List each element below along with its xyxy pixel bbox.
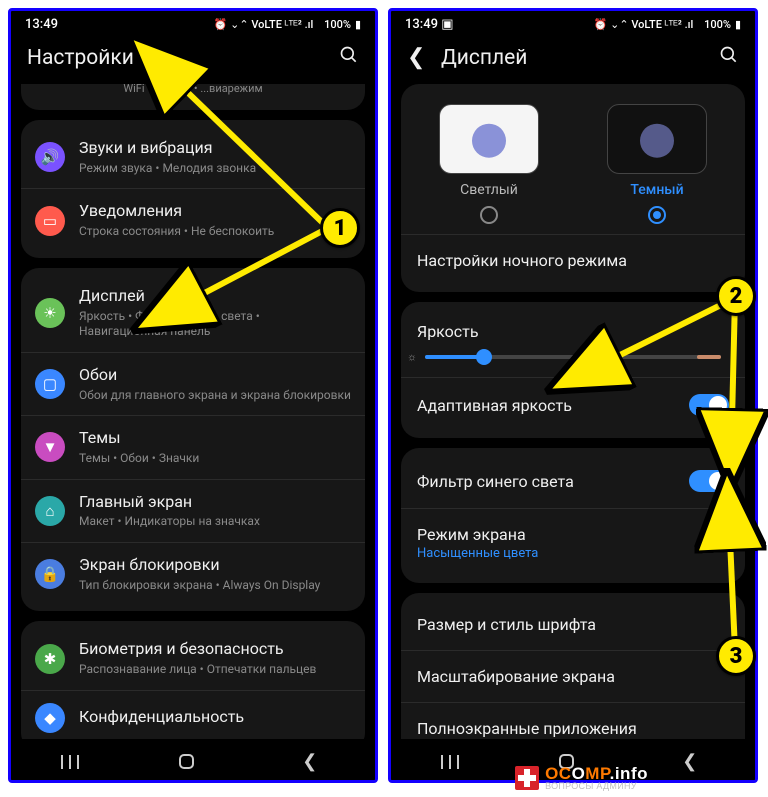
nav-back[interactable]: ❮	[675, 751, 705, 772]
biometrics-icon: ✱	[35, 644, 65, 674]
status-bar: 13:49 ⏰ ⌄⌃ VoLTE ᴸᵀᴱ² .ıl 100%▮	[11, 11, 375, 37]
card-brightness: Яркость ☼ Адаптивная яркость	[401, 302, 745, 438]
card-theme: Светлый Темный Настройки ночного режима	[401, 84, 745, 292]
status-icons: ⏰ ⌄⌃ VoLTE ᴸᵀᴱ² .ıl 100%▮	[594, 18, 741, 31]
row-wallpaper[interactable]: ▢ ОбоиОбои для главного экрана и экрана …	[21, 352, 365, 415]
search-icon[interactable]	[339, 45, 359, 70]
row-title: Звуки и вибрация	[79, 138, 351, 159]
row-display[interactable]: ☀ ДисплейЯркость • Фильтр синего света •…	[21, 274, 365, 352]
phone-display: 13:49 ▣ ⏰ ⌄⌃ VoLTE ᴸᵀᴱ² .ıl 100%▮ ❮ Дисп…	[388, 8, 758, 783]
display-icon: ☀	[35, 298, 65, 328]
row-screen-mode[interactable]: Режим экрана Насыщенные цвета	[401, 508, 745, 577]
page-title: Настройки	[27, 46, 325, 70]
theme-dark-preview	[607, 104, 707, 174]
app-header: ❮ Дисплей	[391, 37, 755, 84]
row-blue-filter[interactable]: Фильтр синего света	[401, 454, 745, 508]
page-title: Дисплей	[441, 46, 705, 70]
privacy-icon: ◆	[35, 703, 65, 733]
status-icons: ⏰ ⌄⌃ VoLTE ᴸᵀᴱ² .ıl 100%▮	[214, 18, 361, 31]
lock-icon: 🔒	[35, 559, 65, 589]
watermark-flag-icon	[515, 766, 539, 790]
wallpaper-icon: ▢	[35, 369, 65, 399]
clock: 13:49	[25, 17, 58, 32]
app-header: Настройки	[11, 37, 375, 84]
back-icon[interactable]: ❮	[407, 45, 427, 70]
notifications-icon: ▭	[35, 206, 65, 236]
row-sound[interactable]: 🔊 Звуки и вибрация Режим звука • Мелодия…	[21, 126, 365, 188]
card-screen: Фильтр синего света Режим экрана Насыщен…	[401, 448, 745, 583]
row-biometrics[interactable]: ✱ Биометрия и безопасностьРаспознавание …	[21, 627, 365, 689]
radio-dark[interactable]	[648, 206, 666, 224]
row-lock[interactable]: 🔒 Экран блокировкиТип блокировки экрана …	[21, 542, 365, 605]
card-font: Размер и стиль шрифта Масштабирование эк…	[401, 593, 745, 760]
toggle-adaptive[interactable]	[689, 394, 729, 416]
theme-dark[interactable]: Темный	[607, 104, 707, 224]
theme-light[interactable]: Светлый	[439, 104, 539, 224]
nav-home[interactable]	[179, 754, 194, 769]
brightness-slider[interactable]: ☼	[425, 355, 721, 359]
nav-bar: ❮	[11, 739, 375, 780]
watermark-title: OCOMP.info	[545, 765, 648, 782]
nav-recents[interactable]	[441, 755, 459, 769]
sound-icon: 🔊	[35, 142, 65, 172]
row-night-mode[interactable]: Настройки ночного режима	[401, 234, 745, 286]
theme-light-preview	[439, 104, 539, 174]
watermark: OCOMP.info ВОПРОСЫ АДМИНУ	[515, 765, 648, 791]
card-security: ✱ Биометрия и безопасностьРаспознавание …	[21, 621, 365, 750]
row-privacy[interactable]: ◆ Конфиденциальность	[21, 690, 365, 745]
home-icon: ⌂	[35, 496, 65, 526]
row-notifications[interactable]: ▭ Уведомления Строка состояния • Не бесп…	[21, 188, 365, 251]
radio-light[interactable]	[480, 206, 498, 224]
row-font[interactable]: Размер и стиль шрифта	[401, 599, 745, 650]
row-zoom[interactable]: Масштабирование экрана	[401, 650, 745, 702]
card-display-group: ☀ ДисплейЯркость • Фильтр синего света •…	[21, 268, 365, 612]
row-brightness: Яркость ☼	[401, 308, 745, 377]
watermark-sub: ВОПРОСЫ АДМИНУ	[545, 782, 648, 791]
phone-settings: 13:49 ⏰ ⌄⌃ VoLTE ᴸᵀᴱ² .ıl 100%▮ Настройк…	[8, 8, 378, 783]
clock: 13:49 ▣	[405, 17, 454, 32]
row-adaptive[interactable]: Адаптивная яркость	[401, 377, 745, 432]
nav-recents[interactable]	[61, 755, 79, 769]
search-icon[interactable]	[719, 45, 739, 70]
status-bar: 13:49 ▣ ⏰ ⌄⌃ VoLTE ᴸᵀᴱ² .ıl 100%▮	[391, 11, 755, 37]
toggle-blue-filter[interactable]	[689, 470, 729, 492]
row-home[interactable]: ⌂ Главный экранМакет • Индикаторы на зна…	[21, 479, 365, 542]
row-themes[interactable]: ▼ ТемыТемы • Обои • Значки	[21, 415, 365, 478]
row-sub: Режим звука • Мелодия звонка	[79, 161, 351, 177]
themes-icon: ▼	[35, 432, 65, 462]
truncated-card: WiFi • Bluetoo • ...виарежим	[21, 84, 365, 110]
nav-back[interactable]: ❮	[295, 751, 325, 772]
card-sound-notif: 🔊 Звуки и вибрация Режим звука • Мелодия…	[21, 120, 365, 258]
brightness-low-icon: ☼	[407, 351, 417, 364]
